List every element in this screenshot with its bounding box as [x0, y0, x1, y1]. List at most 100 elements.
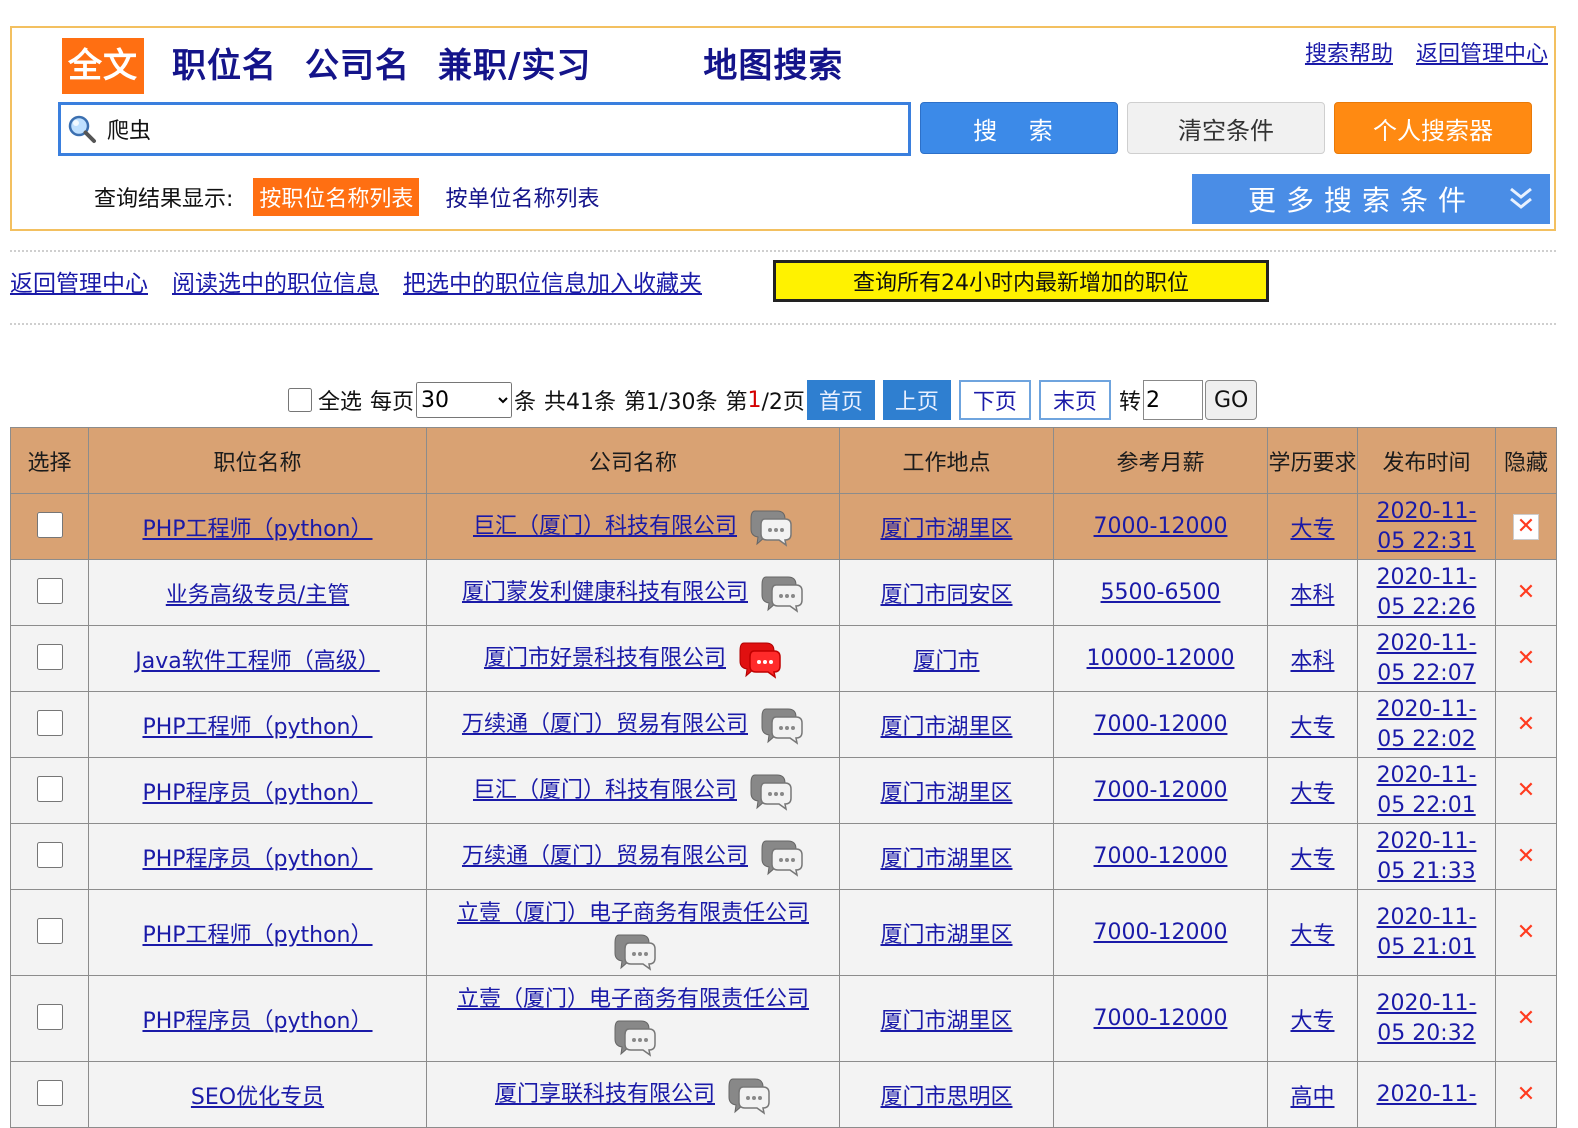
prev-page-button[interactable]: 上页	[882, 380, 951, 420]
location-link[interactable]: 厦门市湖里区	[880, 923, 1012, 948]
chat-bubble-icon[interactable]	[745, 771, 793, 811]
job-title-link[interactable]: Java软件工程师（高级）	[135, 649, 379, 674]
publish-date-link[interactable]: 2020-11- 05 22:02	[1377, 695, 1477, 755]
hide-x-icon[interactable]: ✕	[1517, 844, 1535, 869]
hide-x-icon[interactable]: ✕	[1517, 1006, 1535, 1031]
publish-date-link[interactable]: 2020-11- 05 22:31	[1377, 497, 1477, 557]
job-title-link[interactable]: PHP程序员（python）	[142, 1009, 372, 1034]
location-link[interactable]: 厦门市思明区	[880, 1085, 1012, 1110]
row-checkbox[interactable]	[37, 918, 63, 944]
chat-bubble-icon[interactable]	[723, 1075, 771, 1115]
more-conditions-button[interactable]: 更多搜索条件	[1192, 174, 1550, 224]
next-page-button[interactable]: 下页	[958, 380, 1031, 420]
job-title-link[interactable]: SEO优化专员	[191, 1085, 324, 1110]
salary-link[interactable]: 7000-12000	[1094, 844, 1228, 869]
salary-link[interactable]: 7000-12000	[1094, 778, 1228, 803]
hide-x-icon[interactable]: ✕	[1517, 920, 1535, 945]
row-checkbox[interactable]	[37, 644, 63, 670]
salary-link[interactable]: 7000-12000	[1094, 514, 1228, 539]
education-link[interactable]: 本科	[1290, 649, 1334, 674]
tab-parttime[interactable]: 兼职/实习	[438, 38, 591, 94]
row-checkbox[interactable]	[37, 512, 63, 538]
job-title-link[interactable]: 业务高级专员/主管	[166, 583, 349, 608]
chat-bubble-icon[interactable]	[756, 837, 804, 877]
chat-bubble-red-icon[interactable]	[734, 639, 782, 679]
select-all-checkbox[interactable]	[288, 388, 312, 412]
education-link[interactable]: 高中	[1290, 1085, 1334, 1110]
company-link[interactable]: 万续通（厦门）贸易有限公司	[462, 712, 748, 737]
location-link[interactable]: 厦门市	[913, 649, 979, 674]
publish-date-link[interactable]: 2020-11- 05 22:26	[1377, 563, 1477, 623]
salary-link[interactable]: 7000-12000	[1094, 1006, 1228, 1031]
location-link[interactable]: 厦门市湖里区	[880, 781, 1012, 806]
personal-searcher-button[interactable]: 个人搜索器	[1334, 102, 1532, 154]
education-link[interactable]: 大专	[1290, 781, 1334, 806]
last-page-button[interactable]: 末页	[1038, 380, 1111, 420]
chat-bubble-icon[interactable]	[745, 507, 793, 547]
tab-fulltext[interactable]: 全文	[62, 38, 144, 94]
hide-x-icon[interactable]: ✕	[1517, 646, 1535, 671]
row-checkbox[interactable]	[37, 578, 63, 604]
row-checkbox[interactable]	[37, 842, 63, 868]
chat-bubble-icon[interactable]	[609, 931, 657, 971]
back-admin-link[interactable]: 返回管理中心	[10, 264, 148, 298]
row-checkbox[interactable]	[37, 1080, 63, 1106]
location-link[interactable]: 厦门市湖里区	[880, 1009, 1012, 1034]
company-link[interactable]: 厦门享联科技有限公司	[495, 1082, 715, 1107]
tab-map-search[interactable]: 地图搜索	[703, 38, 843, 94]
tab-company[interactable]: 公司名	[305, 38, 410, 94]
clear-conditions-button[interactable]: 清空条件	[1127, 102, 1325, 154]
education-link[interactable]: 大专	[1290, 517, 1334, 542]
latest-24h-button[interactable]: 查询所有24小时内最新增加的职位	[773, 260, 1269, 302]
chat-bubble-icon[interactable]	[756, 705, 804, 745]
hide-x-icon[interactable]: ✕	[1512, 513, 1540, 540]
search-help-link[interactable]: 搜索帮助	[1305, 42, 1393, 67]
company-link[interactable]: 厦门蒙发利健康科技有限公司	[462, 580, 748, 605]
list-by-job-title[interactable]: 按职位名称列表	[253, 178, 420, 216]
location-link[interactable]: 厦门市湖里区	[880, 715, 1012, 740]
publish-date-link[interactable]: 2020-11- 05 21:01	[1377, 903, 1477, 963]
chat-bubble-icon[interactable]	[609, 1017, 657, 1057]
hide-x-icon[interactable]: ✕	[1517, 1082, 1535, 1107]
back-admin-link-top[interactable]: 返回管理中心	[1416, 42, 1548, 67]
education-link[interactable]: 大专	[1290, 847, 1334, 872]
tab-job-title[interactable]: 职位名	[172, 38, 277, 94]
search-button[interactable]: 搜 索	[920, 102, 1118, 154]
job-title-link[interactable]: PHP程序员（python）	[142, 781, 372, 806]
go-button[interactable]: GO	[1204, 380, 1258, 420]
search-input[interactable]	[105, 105, 895, 153]
salary-link[interactable]: 5500-6500	[1101, 580, 1221, 605]
company-link[interactable]: 厦门市好景科技有限公司	[484, 646, 726, 671]
job-title-link[interactable]: PHP工程师（python）	[142, 923, 372, 948]
publish-date-link[interactable]: 2020-11-	[1377, 1080, 1477, 1110]
company-link[interactable]: 巨汇（厦门）科技有限公司	[473, 778, 737, 803]
hide-x-icon[interactable]: ✕	[1517, 580, 1535, 605]
row-checkbox[interactable]	[37, 776, 63, 802]
company-link[interactable]: 巨汇（厦门）科技有限公司	[473, 514, 737, 539]
hide-x-icon[interactable]: ✕	[1517, 712, 1535, 737]
publish-date-link[interactable]: 2020-11- 05 20:32	[1377, 989, 1477, 1049]
location-link[interactable]: 厦门市同安区	[880, 583, 1012, 608]
company-link[interactable]: 万续通（厦门）贸易有限公司	[462, 844, 748, 869]
per-page-select[interactable]: 30	[416, 382, 513, 418]
location-link[interactable]: 厦门市湖里区	[880, 847, 1012, 872]
job-title-link[interactable]: PHP工程师（python）	[142, 517, 372, 542]
list-by-company[interactable]: 按单位名称列表	[439, 178, 605, 216]
chat-bubble-icon[interactable]	[756, 573, 804, 613]
row-checkbox[interactable]	[37, 1004, 63, 1030]
publish-date-link[interactable]: 2020-11- 05 22:01	[1377, 761, 1477, 821]
company-link[interactable]: 立壹（厦门）电子商务有限责任公司	[457, 901, 809, 926]
location-link[interactable]: 厦门市湖里区	[880, 517, 1012, 542]
row-checkbox[interactable]	[37, 710, 63, 736]
job-title-link[interactable]: PHP工程师（python）	[142, 715, 372, 740]
read-selected-link[interactable]: 阅读选中的职位信息	[172, 264, 379, 298]
salary-link[interactable]: 7000-12000	[1094, 920, 1228, 945]
education-link[interactable]: 本科	[1290, 583, 1334, 608]
education-link[interactable]: 大专	[1290, 1009, 1334, 1034]
hide-x-icon[interactable]: ✕	[1517, 778, 1535, 803]
salary-link[interactable]: 7000-12000	[1094, 712, 1228, 737]
education-link[interactable]: 大专	[1290, 715, 1334, 740]
publish-date-link[interactable]: 2020-11- 05 21:33	[1377, 827, 1477, 887]
education-link[interactable]: 大专	[1290, 923, 1334, 948]
salary-link[interactable]: 10000-12000	[1087, 646, 1235, 671]
